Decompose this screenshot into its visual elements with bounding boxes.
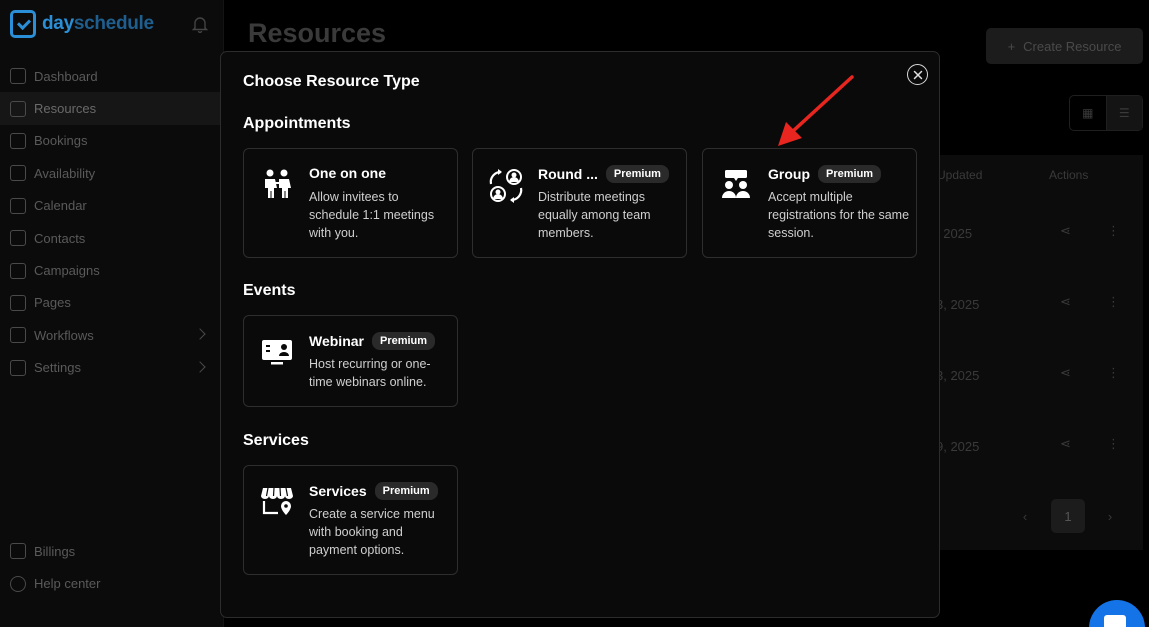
- sidebar-item-settings[interactable]: Settings: [0, 352, 224, 384]
- logo-text: dayschedule: [42, 13, 154, 34]
- share-icon[interactable]: ⋖: [1060, 365, 1071, 381]
- credit-card-icon: [10, 543, 26, 560]
- premium-badge: Premium: [605, 165, 669, 183]
- card-header: One on one: [309, 165, 386, 181]
- sidebar-item-campaigns[interactable]: Campaigns: [0, 254, 224, 286]
- create-resource-button[interactable]: + Create Resource: [986, 28, 1143, 64]
- sliders-icon: [10, 359, 26, 376]
- card-description: Allow invitees to schedule 1:1 meetings …: [309, 190, 435, 240]
- chevron-right-icon: [194, 360, 206, 373]
- table-cell-updated: , 2025: [936, 226, 973, 241]
- card-header: Services Premium: [309, 482, 438, 500]
- resource-card-one-on-one[interactable]: One on one Allow invitees to schedule 1:…: [243, 148, 458, 258]
- card-title: Webinar: [309, 333, 364, 349]
- modal-title: Choose Resource Type: [243, 73, 420, 90]
- more-vertical-icon[interactable]: ⋮: [1107, 436, 1120, 452]
- chevron-right-icon: [194, 328, 206, 340]
- storefront-location-icon: [258, 484, 296, 522]
- premium-badge: Premium: [818, 165, 882, 183]
- card-title: Round ...: [538, 166, 598, 182]
- help-circle-icon: [10, 575, 26, 592]
- card-title: Services: [309, 483, 367, 499]
- calendar-icon: [10, 197, 26, 214]
- sidebar-bottom-nav: Billings Help center: [0, 535, 224, 600]
- card-description: Host recurring or one-time webinars onli…: [309, 357, 431, 389]
- calendar-check-icon: [10, 132, 26, 149]
- share-icon[interactable]: ⋖: [1060, 223, 1071, 239]
- contact-card-icon: [10, 230, 26, 247]
- card-title: Group: [768, 166, 810, 182]
- sidebar-item-help-center[interactable]: Help center: [0, 567, 224, 599]
- round-robin-icon: [487, 167, 525, 205]
- more-vertical-icon[interactable]: ⋮: [1107, 294, 1120, 310]
- globe-icon: [10, 294, 26, 311]
- bell-icon[interactable]: [192, 15, 208, 33]
- column-header-updated[interactable]: Updated: [937, 168, 982, 182]
- card-header: Group Premium: [768, 165, 882, 183]
- premium-badge: Premium: [371, 332, 436, 350]
- folder-icon: [10, 100, 26, 117]
- section-title-appointments: Appointments: [243, 115, 351, 132]
- card-title: One on one: [309, 165, 386, 181]
- page-title: Resources: [248, 18, 387, 48]
- table-cell-updated: 3, 2025: [936, 368, 980, 383]
- share-icon[interactable]: ⋖: [1060, 436, 1071, 452]
- sidebar-item-availability[interactable]: Availability: [0, 157, 224, 189]
- annotation-arrow: [778, 75, 854, 146]
- card-header: Webinar Premium: [309, 332, 436, 350]
- calendar-clock-icon: [10, 165, 26, 182]
- sidebar-item-dashboard[interactable]: Dashboard: [0, 60, 224, 92]
- sidebar-item-bookings[interactable]: Bookings: [0, 125, 224, 157]
- webinar-screen-icon: [258, 334, 296, 372]
- two-people-icon: [258, 167, 296, 205]
- more-vertical-icon[interactable]: ⋮: [1107, 365, 1120, 381]
- plus-icon: +: [1007, 38, 1016, 54]
- table-cell-updated: 3, 2025: [936, 297, 980, 312]
- sidebar: dayschedule Dashboard Resources Bookings…: [0, 0, 224, 627]
- resource-card-webinar[interactable]: Webinar Premium Host recurring or one-ti…: [243, 315, 458, 407]
- card-header: Round ... Premium: [538, 165, 669, 183]
- view-toggle: ▦ ☰: [1069, 95, 1143, 131]
- sidebar-item-billings[interactable]: Billings: [0, 535, 224, 567]
- card-description: Distribute meetings equally among team m…: [538, 190, 651, 240]
- pagination-next[interactable]: ›: [1093, 499, 1127, 533]
- sidebar-item-resources[interactable]: Resources: [0, 92, 224, 125]
- sidebar-nav: Dashboard Resources Bookings Availabilit…: [0, 60, 224, 384]
- sidebar-item-calendar[interactable]: Calendar: [0, 190, 224, 222]
- section-title-events: Events: [243, 282, 296, 299]
- pagination-prev[interactable]: ‹: [1008, 499, 1042, 533]
- resource-card-group[interactable]: Group Premium Accept multiple registrati…: [702, 148, 917, 258]
- calendar-check-logo-icon: [10, 10, 36, 38]
- resource-card-round-robin[interactable]: Round ... Premium Distribute meetings eq…: [472, 148, 687, 258]
- premium-badge: Premium: [374, 482, 438, 500]
- sidebar-item-workflows[interactable]: Workflows: [0, 319, 224, 351]
- list-view-icon[interactable]: ☰: [1105, 96, 1142, 130]
- rocket-icon: [10, 262, 26, 279]
- grid-view-icon[interactable]: ▦: [1070, 96, 1106, 130]
- chart-line-icon: [10, 68, 26, 85]
- resources-table: [914, 155, 1143, 550]
- resource-card-services[interactable]: Services Premium Create a service menu w…: [243, 465, 458, 575]
- workflow-icon: [10, 327, 26, 344]
- section-title-services: Services: [243, 432, 309, 449]
- group-icon: [717, 167, 755, 205]
- sidebar-item-pages[interactable]: Pages: [0, 287, 224, 319]
- card-description: Create a service menu with booking and p…: [309, 507, 435, 557]
- pagination-page-1[interactable]: 1: [1051, 499, 1085, 533]
- sidebar-item-contacts[interactable]: Contacts: [0, 222, 224, 254]
- logo[interactable]: dayschedule: [10, 10, 154, 38]
- close-icon[interactable]: [907, 64, 928, 85]
- card-description: Accept multiple registrations for the sa…: [768, 190, 910, 240]
- column-header-actions: Actions: [1049, 168, 1089, 182]
- more-vertical-icon[interactable]: ⋮: [1107, 223, 1120, 239]
- share-icon[interactable]: ⋖: [1060, 294, 1071, 310]
- table-cell-updated: 9, 2025: [936, 439, 980, 454]
